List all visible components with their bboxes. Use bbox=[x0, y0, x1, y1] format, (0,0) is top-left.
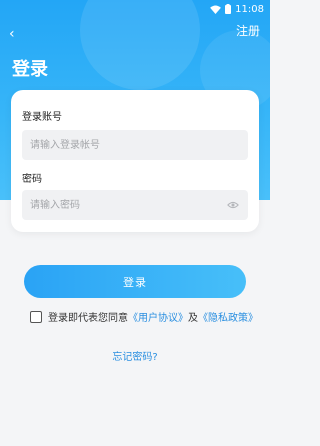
status-bar: 11:08 bbox=[0, 0, 270, 18]
wifi-icon bbox=[210, 4, 222, 14]
agree-checkbox[interactable] bbox=[30, 310, 42, 323]
login-form-card: 登录账号 密码 bbox=[11, 90, 259, 232]
account-label: 登录账号 bbox=[22, 112, 62, 123]
account-input[interactable] bbox=[22, 130, 248, 160]
status-time: 11:08 bbox=[235, 3, 264, 15]
agreement-and: 及 bbox=[188, 313, 198, 324]
forgot-password-link[interactable]: 忘记密码? bbox=[0, 348, 270, 363]
user-agreement-link[interactable]: 《用户协议》 bbox=[128, 309, 188, 324]
eye-icon[interactable] bbox=[227, 200, 239, 210]
agreement-row: 登录即代表您同意 《用户协议》 及 《隐私政策》 bbox=[30, 309, 258, 324]
page-title: 登录 bbox=[12, 59, 48, 80]
password-label: 密码 bbox=[22, 174, 42, 185]
agreement-prefix: 登录即代表您同意 bbox=[48, 313, 128, 324]
password-input[interactable] bbox=[22, 190, 248, 220]
back-arrow-icon[interactable]: ‹ bbox=[9, 26, 15, 42]
privacy-policy-link[interactable]: 《隐私政策》 bbox=[198, 309, 258, 324]
battery-icon bbox=[225, 4, 232, 14]
register-link[interactable]: 注册 bbox=[236, 22, 260, 39]
login-button[interactable]: 登录 bbox=[24, 265, 246, 298]
